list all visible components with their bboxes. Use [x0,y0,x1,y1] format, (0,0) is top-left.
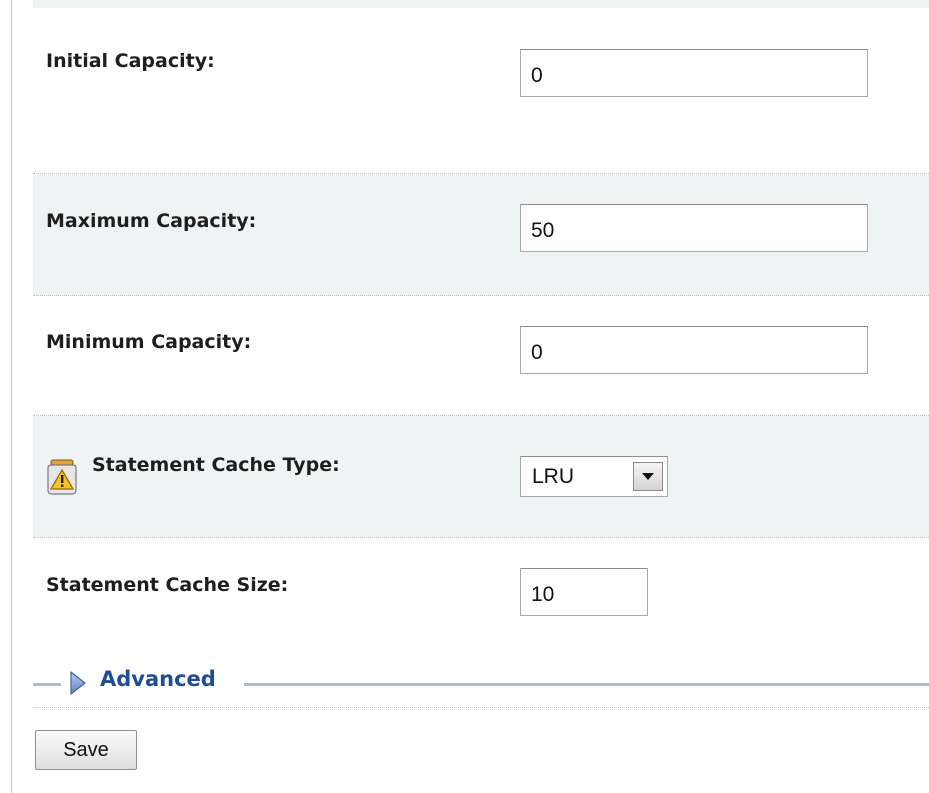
statement-cache-size-input[interactable] [520,568,648,616]
warning-restart-icon [42,458,82,496]
statement-cache-type-row: Statement Cache Type: LRU [33,416,929,538]
maximum-capacity-label: Maximum Capacity: [46,210,257,232]
minimum-capacity-label: Minimum Capacity: [46,331,252,353]
minimum-capacity-input[interactable] [520,326,868,374]
minimum-capacity-row: Minimum Capacity: [33,296,929,416]
statement-cache-type-label: Statement Cache Type: [92,454,340,476]
initial-capacity-input[interactable] [520,49,868,97]
connection-pool-form: Initial Capacity: Maximum Capacity: Mini… [0,0,929,793]
maximum-capacity-row: Maximum Capacity: [33,174,929,296]
chevron-down-icon[interactable] [633,462,663,491]
section-divider [33,707,929,708]
statement-cache-size-row: Statement Cache Size: [33,538,929,658]
top-band [33,0,929,8]
statement-cache-type-select[interactable]: LRU [520,456,668,497]
initial-capacity-row: Initial Capacity: [33,8,929,174]
advanced-divider-left [33,683,61,686]
maximum-capacity-input[interactable] [520,204,868,252]
advanced-link[interactable]: Advanced [100,667,216,691]
statement-cache-type-value: LRU [532,465,575,488]
initial-capacity-label: Initial Capacity: [46,50,215,72]
advanced-section-toggle[interactable]: Advanced [33,662,929,704]
expand-arrow-icon[interactable] [68,670,88,696]
left-border [11,0,12,793]
advanced-divider-right [244,683,929,686]
save-button[interactable]: Save [35,730,137,770]
statement-cache-size-label: Statement Cache Size: [46,574,289,596]
